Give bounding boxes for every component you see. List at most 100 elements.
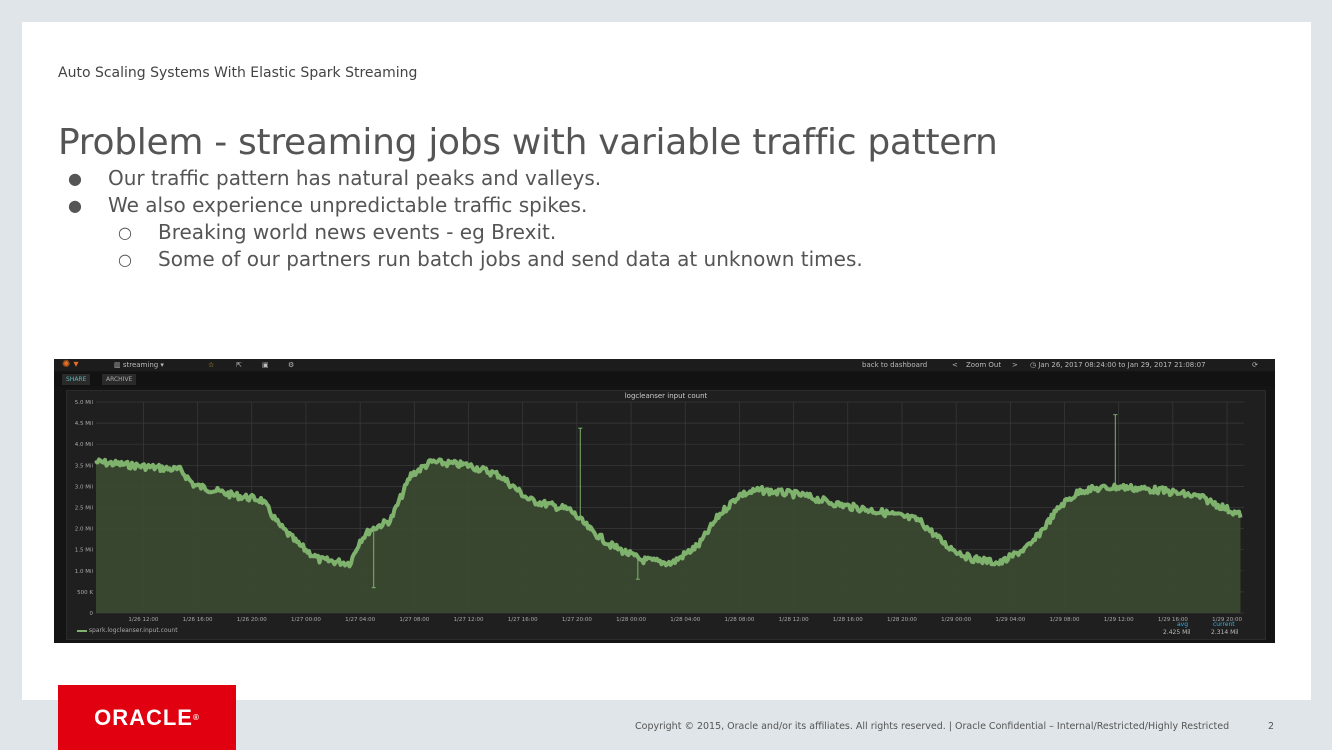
bullet-marker: ● <box>68 169 82 188</box>
data-point <box>1029 543 1033 547</box>
legend-swatch <box>77 629 87 632</box>
data-point <box>798 493 802 497</box>
x-tick-label: 1/26 12:00 <box>128 617 158 623</box>
dashboard-picker[interactable]: ▥ streaming ▾ <box>114 359 164 371</box>
y-tick-label: 2.0 Mil <box>75 527 94 533</box>
y-tick-label: 4.0 Mil <box>75 442 94 448</box>
y-tick-label: 4.5 Mil <box>75 421 94 427</box>
bullet-marker: ○ <box>118 223 132 242</box>
data-point <box>1198 495 1202 499</box>
back-to-dashboard-link[interactable]: back to dashboard <box>862 359 927 371</box>
y-tick-label: 3.0 Mil <box>75 484 94 490</box>
bullet-text: Our traffic pattern has natural peaks an… <box>108 166 602 190</box>
bullet-text: Some of our partners run batch jobs and … <box>158 247 863 271</box>
x-tick-label: 1/27 00:00 <box>291 617 321 623</box>
zoom-out-button[interactable]: Zoom Out <box>966 359 1001 371</box>
bullet-text: Breaking world news events - eg Brexit. <box>158 220 557 244</box>
y-tick-label: 3.5 Mil <box>75 463 94 469</box>
data-point <box>192 483 196 487</box>
bullet-marker: ● <box>68 196 82 215</box>
zoom-forward-icon[interactable]: > <box>1012 359 1018 371</box>
grafana-topbar: ✺ ▾ ▥ streaming ▾ ☆ ⇱ ▣ ⚙ back to dashbo… <box>54 359 1275 371</box>
x-tick-label: 1/27 20:00 <box>562 617 592 623</box>
y-tick-label: 2.5 Mil <box>75 506 94 512</box>
archive-chip[interactable]: ARCHIVE <box>102 374 137 385</box>
data-point <box>1059 503 1063 507</box>
data-point <box>880 510 884 514</box>
data-point <box>260 498 264 502</box>
data-point <box>409 473 413 477</box>
x-tick-label: 1/27 16:00 <box>508 617 538 623</box>
data-point <box>1079 488 1083 492</box>
data-point <box>527 498 531 502</box>
y-tick-label: 1.0 Mil <box>75 569 94 575</box>
grafana-logo-icon[interactable]: ✺ ▾ <box>62 359 79 371</box>
x-tick-label: 1/29 08:00 <box>1050 617 1080 623</box>
data-point <box>737 493 741 497</box>
slide-title: Problem - streaming jobs with variable t… <box>58 122 998 163</box>
x-tick-label: 1/28 08:00 <box>724 617 754 623</box>
data-point <box>179 468 183 472</box>
data-point <box>998 561 1002 565</box>
data-point <box>1239 513 1243 517</box>
footer-copyright: Copyright © 2015, Oracle and/or its affi… <box>635 721 1230 732</box>
x-tick-label: 1/28 04:00 <box>670 617 700 623</box>
oracle-logo: ORACLE ® <box>58 685 236 750</box>
graph-panel: logcleanser input count 0 500 K 1.0 Mil 1.5… <box>66 390 1266 640</box>
data-point <box>697 543 701 547</box>
data-point <box>968 556 972 560</box>
data-point <box>94 460 98 464</box>
bullet-marker: ○ <box>118 250 132 269</box>
data-point <box>348 561 352 565</box>
x-tick-label: 1/27 04:00 <box>345 617 375 623</box>
legend-current-label: current <box>1213 621 1235 628</box>
data-point <box>1157 488 1161 492</box>
x-tick-label: 1/29 04:00 <box>995 617 1025 623</box>
data-point <box>297 543 301 547</box>
data-point <box>368 528 372 532</box>
series-area <box>96 461 1241 613</box>
grafana-screenshot: ✺ ▾ ▥ streaming ▾ ☆ ⇱ ▣ ⚙ back to dashbo… <box>54 359 1275 643</box>
y-tick-label: 1.5 Mil <box>75 548 94 554</box>
data-point <box>389 518 393 522</box>
x-tick-label: 1/28 12:00 <box>779 617 809 623</box>
data-point <box>1117 485 1121 489</box>
data-point <box>917 518 921 522</box>
x-tick-label: 1/27 08:00 <box>399 617 429 623</box>
page-number: 2 <box>1268 721 1275 732</box>
time-range-picker[interactable]: ◷ Jan 26, 2017 08:24:00 to Jan 29, 2017 … <box>1030 359 1206 371</box>
legend-current-value: 2.314 Mil <box>1211 629 1239 636</box>
y-tick-label: 500 K <box>77 590 93 596</box>
data-point <box>429 460 433 464</box>
data-point <box>568 508 572 512</box>
x-tick-label: 1/29 00:00 <box>941 617 971 623</box>
share-icon[interactable]: ⇱ <box>236 359 242 371</box>
legend-item[interactable]: spark.logcleanser.input.count <box>77 627 178 634</box>
x-tick-label: 1/28 16:00 <box>833 617 863 623</box>
share-chip[interactable]: SHARE <box>62 374 91 385</box>
data-point <box>358 538 362 542</box>
data-point <box>839 503 843 507</box>
graph-svg: 0 500 K 1.0 Mil 1.5 Mil 2.0 Mil 2.5 Mil 3.0 Mi… <box>75 400 1244 623</box>
x-tick-label: 1/28 00:00 <box>616 617 646 623</box>
data-point <box>609 543 613 547</box>
data-point <box>717 513 721 517</box>
refresh-icon[interactable]: ⟳ <box>1252 359 1258 371</box>
legend-avg-label: avg <box>1177 621 1189 628</box>
data-point <box>670 561 674 565</box>
settings-icon[interactable]: ⚙ <box>288 359 294 371</box>
legend-avg-value: 2.425 Mil <box>1163 629 1191 636</box>
data-point <box>639 558 643 562</box>
data-point <box>497 473 501 477</box>
slide-kicker: Auto Scaling Systems With Elastic Spark … <box>58 65 418 81</box>
x-tick-label: 1/28 20:00 <box>887 617 917 623</box>
data-point <box>318 558 322 562</box>
save-icon[interactable]: ▣ <box>262 359 269 371</box>
data-point <box>229 493 233 497</box>
data-point <box>944 543 948 547</box>
data-point <box>588 528 592 532</box>
star-icon[interactable]: ☆ <box>208 359 214 371</box>
grafana-toolbar: SHARE ARCHIVE <box>54 372 1275 387</box>
x-tick-label: 1/26 16:00 <box>183 617 213 623</box>
zoom-back-icon[interactable]: < <box>952 359 958 371</box>
